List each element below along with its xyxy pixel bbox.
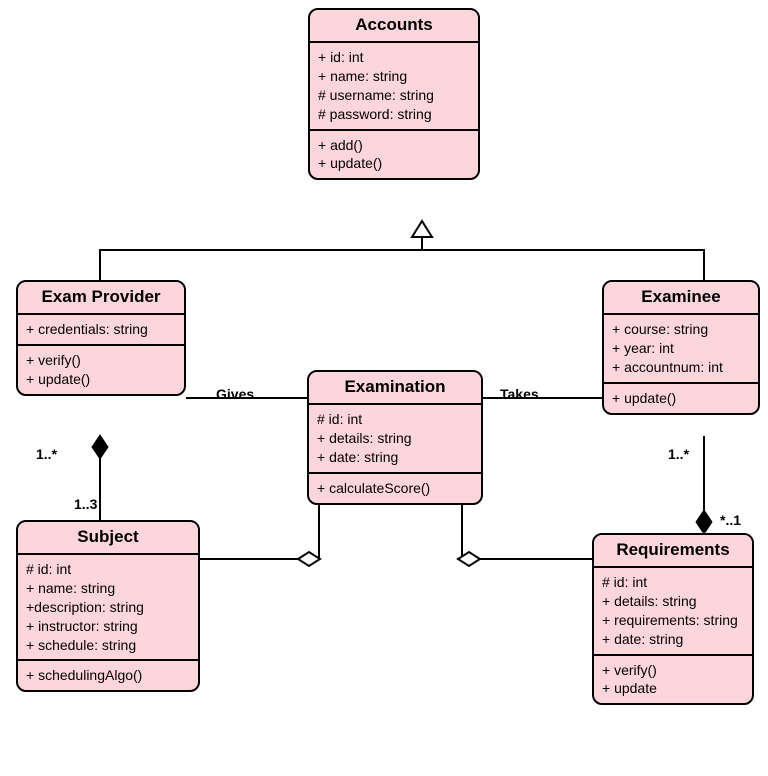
mult-provider-subject-bottom: 1..3 <box>74 496 97 512</box>
uml-class-diagram: Accounts + id: int + name: string # user… <box>0 0 768 776</box>
class-examinee-ops: + update() <box>604 384 758 413</box>
rel-takes-label: Takes <box>500 386 539 402</box>
class-examination-title: Examination <box>309 372 481 405</box>
class-accounts: Accounts + id: int + name: string # user… <box>308 8 480 180</box>
class-requirements-title: Requirements <box>594 535 752 568</box>
class-examination-ops: + calculateScore() <box>309 474 481 503</box>
mult-examinee-req-bottom: *..1 <box>720 512 741 528</box>
class-examination-attrs: # id: int + details: string + date: stri… <box>309 405 481 474</box>
mult-provider-subject-top: 1..* <box>36 446 57 462</box>
class-subject-ops: + schedulingAlgo() <box>18 661 198 690</box>
class-exam-provider-ops: + verify() + update() <box>18 346 184 394</box>
class-requirements-attrs: # id: int + details: string + requiremen… <box>594 568 752 656</box>
class-requirements: Requirements # id: int + details: string… <box>592 533 754 705</box>
class-subject-title: Subject <box>18 522 198 555</box>
class-examinee-title: Examinee <box>604 282 758 315</box>
mult-examinee-req-top: 1..* <box>668 446 689 462</box>
class-accounts-title: Accounts <box>310 10 478 43</box>
class-requirements-ops: + verify() + update <box>594 656 752 704</box>
class-exam-provider-title: Exam Provider <box>18 282 184 315</box>
class-examinee: Examinee + course: string + year: int + … <box>602 280 760 415</box>
class-subject: Subject # id: int + name: string +descri… <box>16 520 200 692</box>
class-subject-attrs: # id: int + name: string +description: s… <box>18 555 198 661</box>
rel-gives-label: Gives <box>216 386 254 402</box>
class-exam-provider-attrs: + credentials: string <box>18 315 184 346</box>
class-accounts-attrs: + id: int + name: string # username: str… <box>310 43 478 131</box>
class-accounts-ops: + add() + update() <box>310 131 478 179</box>
class-exam-provider: Exam Provider + credentials: string + ve… <box>16 280 186 396</box>
class-examination: Examination # id: int + details: string … <box>307 370 483 505</box>
class-examinee-attrs: + course: string + year: int + accountnu… <box>604 315 758 384</box>
